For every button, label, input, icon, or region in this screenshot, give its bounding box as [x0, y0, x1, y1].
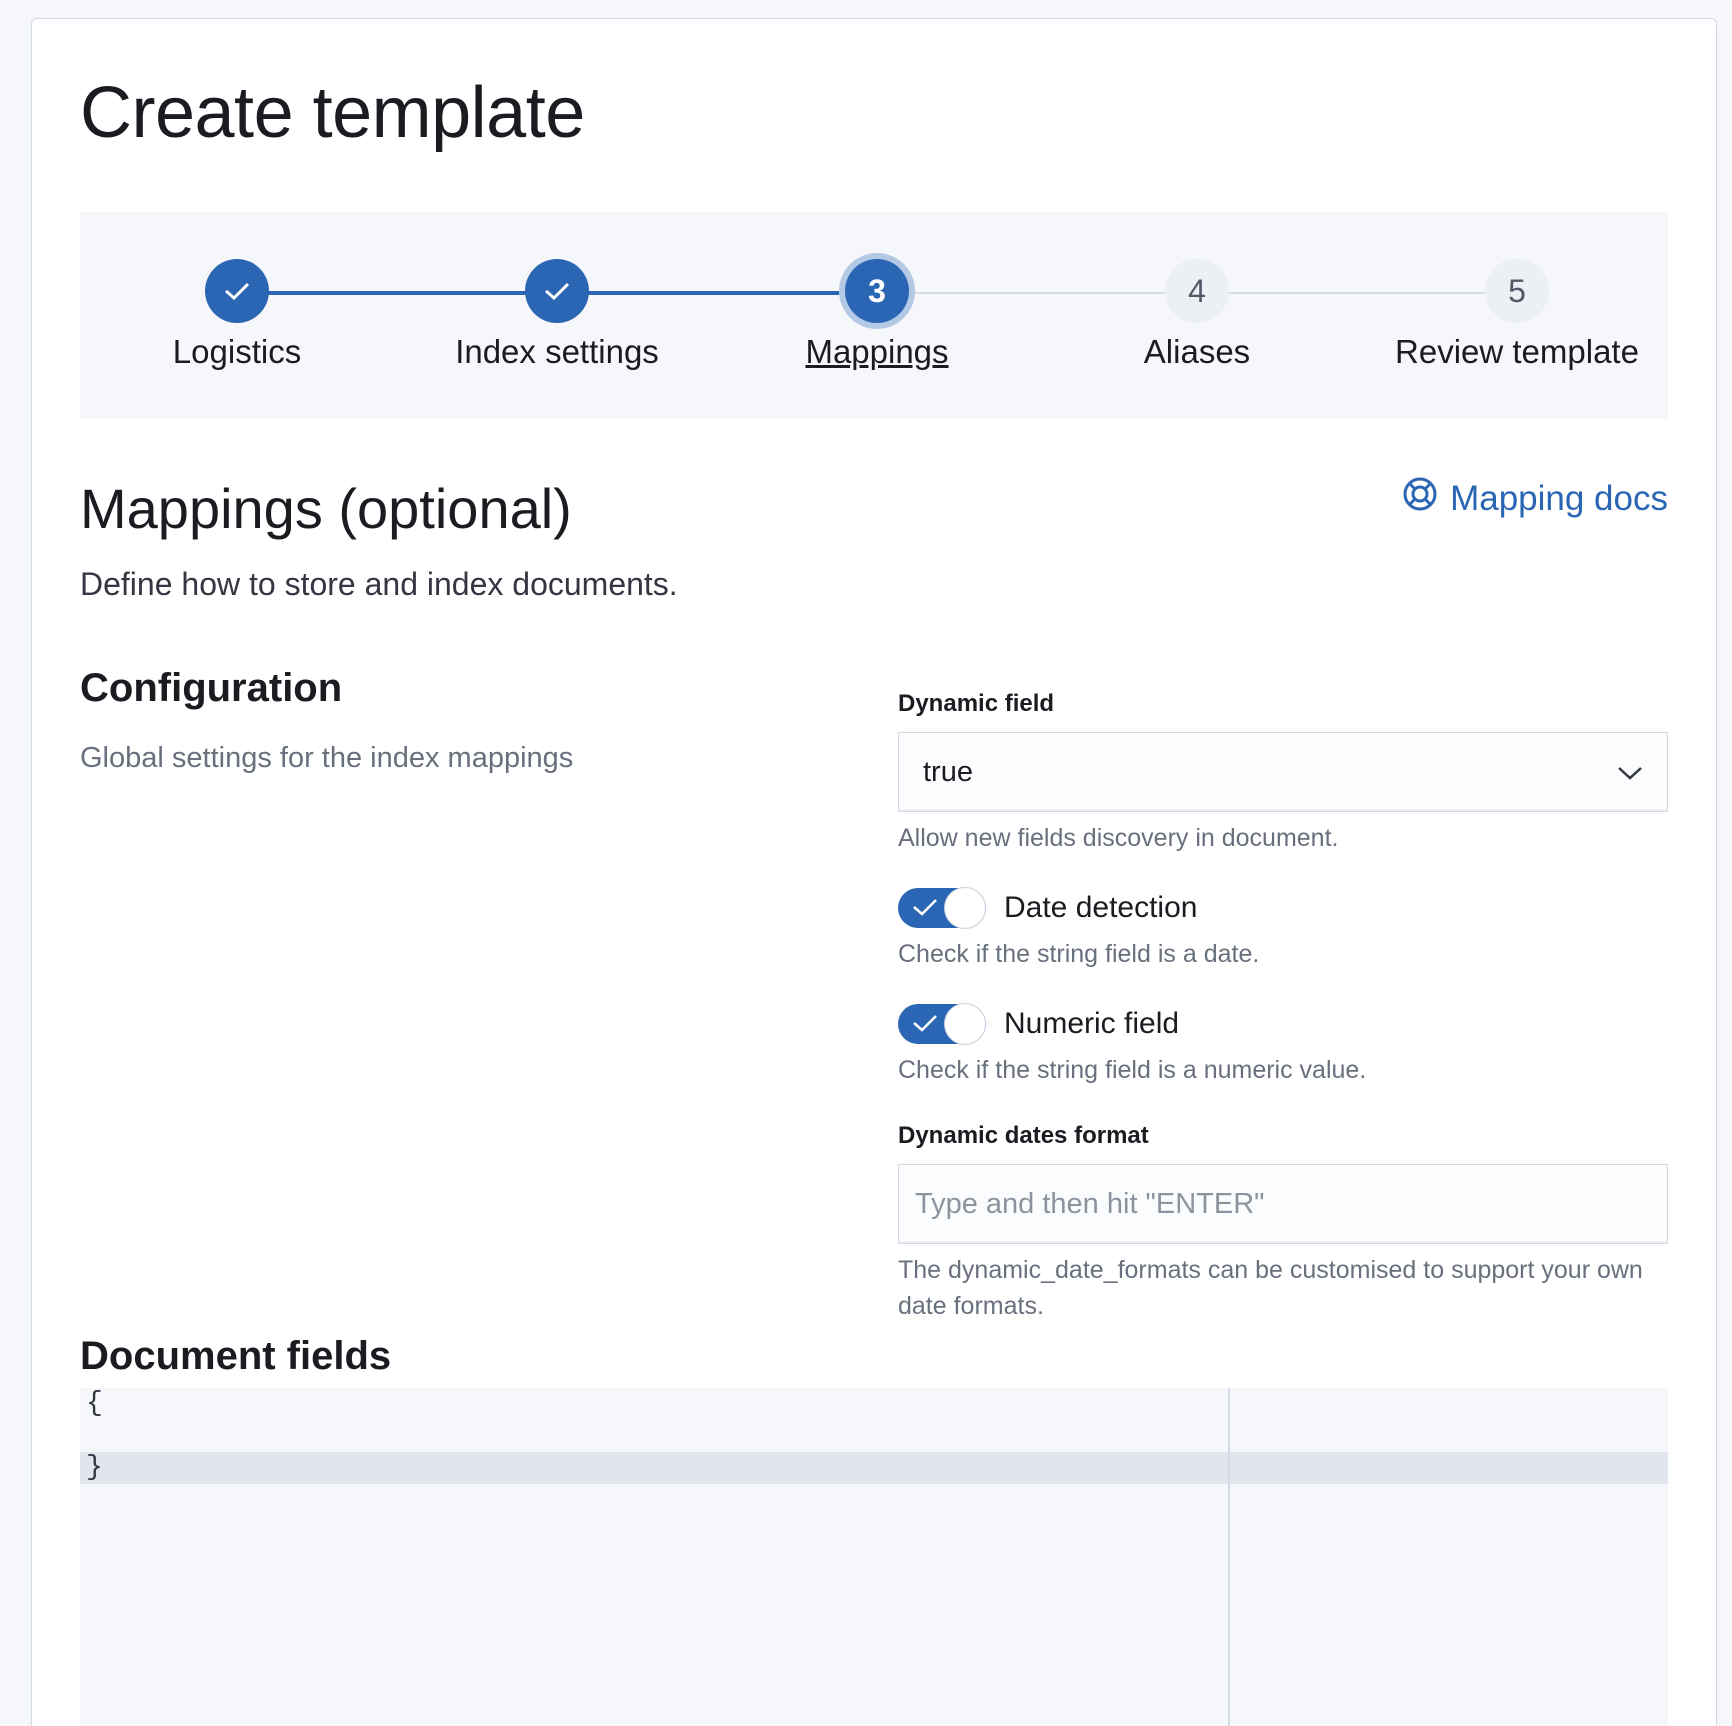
step-logistics[interactable]: Logistics [77, 259, 397, 371]
editor-print-margin [1228, 1388, 1230, 1726]
editor-line: { [86, 1388, 103, 1419]
chevron-down-icon [1617, 756, 1643, 789]
date-detection-label: Date detection [1004, 891, 1198, 924]
step-number: 3 [845, 259, 909, 323]
switch-knob [944, 1003, 986, 1045]
check-icon [913, 1015, 937, 1032]
section-description: Define how to store and index documents. [80, 566, 678, 602]
switch-knob [944, 887, 986, 929]
configuration-title: Configuration [80, 666, 343, 710]
help-lifebuoy-icon [1402, 476, 1438, 521]
numeric-field-help: Check if the string field is a numeric v… [898, 1056, 1367, 1084]
dynamic-dates-format-input[interactable] [898, 1164, 1668, 1244]
check-icon [525, 259, 589, 323]
dynamic-dates-format-label: Dynamic dates format [898, 1122, 1149, 1149]
step-number: 4 [1165, 259, 1229, 323]
dynamic-field-select[interactable]: true [898, 732, 1668, 812]
numeric-field-switch[interactable] [898, 1003, 986, 1045]
step-label: Review template [1395, 333, 1639, 370]
check-icon [205, 259, 269, 323]
step-number: 5 [1485, 259, 1549, 323]
step-label: Index settings [455, 333, 659, 370]
step-index-settings[interactable]: Index settings [397, 259, 717, 371]
dynamic-dates-format-wrapper [898, 1164, 1668, 1244]
step-label: Mappings [805, 333, 949, 370]
configuration-description: Global settings for the index mappings [80, 742, 574, 774]
step-review-template[interactable]: 5 Review template [1357, 259, 1677, 371]
editor-line: } [80, 1452, 1668, 1484]
step-label: Logistics [172, 333, 302, 370]
section-title: Mappings (optional) [80, 477, 572, 540]
dynamic-field-value: true [923, 755, 973, 788]
numeric-field-label: Numeric field [1004, 1007, 1180, 1040]
dynamic-dates-format-help: The dynamic_date_formats can be customis… [898, 1256, 1643, 1320]
document-fields-title: Document fields [80, 1334, 392, 1378]
dynamic-field-group: Dynamic field [898, 690, 1668, 718]
page-title: Create template [80, 73, 585, 153]
mapping-docs-label: Mapping docs [1450, 478, 1668, 518]
dynamic-field-label: Dynamic field [898, 690, 1055, 717]
check-icon [913, 899, 937, 916]
mapping-docs-link[interactable]: Mapping docs [1402, 476, 1668, 521]
step-label: Aliases [1143, 333, 1251, 370]
date-detection-switch[interactable] [898, 887, 986, 929]
step-aliases[interactable]: 4 Aliases [1037, 259, 1357, 371]
date-detection-help: Check if the string field is a date. [898, 940, 1260, 968]
step-mappings[interactable]: 3 Mappings [717, 259, 1037, 371]
document-fields-editor[interactable]: { } [80, 1388, 1668, 1726]
stepper: Logistics Index settings 3 Mappings 4 Al… [80, 212, 1668, 419]
dynamic-field-help: Allow new fields discovery in document. [898, 824, 1339, 852]
dynamic-field-wrapper: true [898, 732, 1668, 812]
date-detection-row: Date detection [898, 887, 1668, 929]
numeric-field-row: Numeric field [898, 1003, 1668, 1045]
dynamic-dates-format-group: Dynamic dates format [898, 1122, 1668, 1150]
